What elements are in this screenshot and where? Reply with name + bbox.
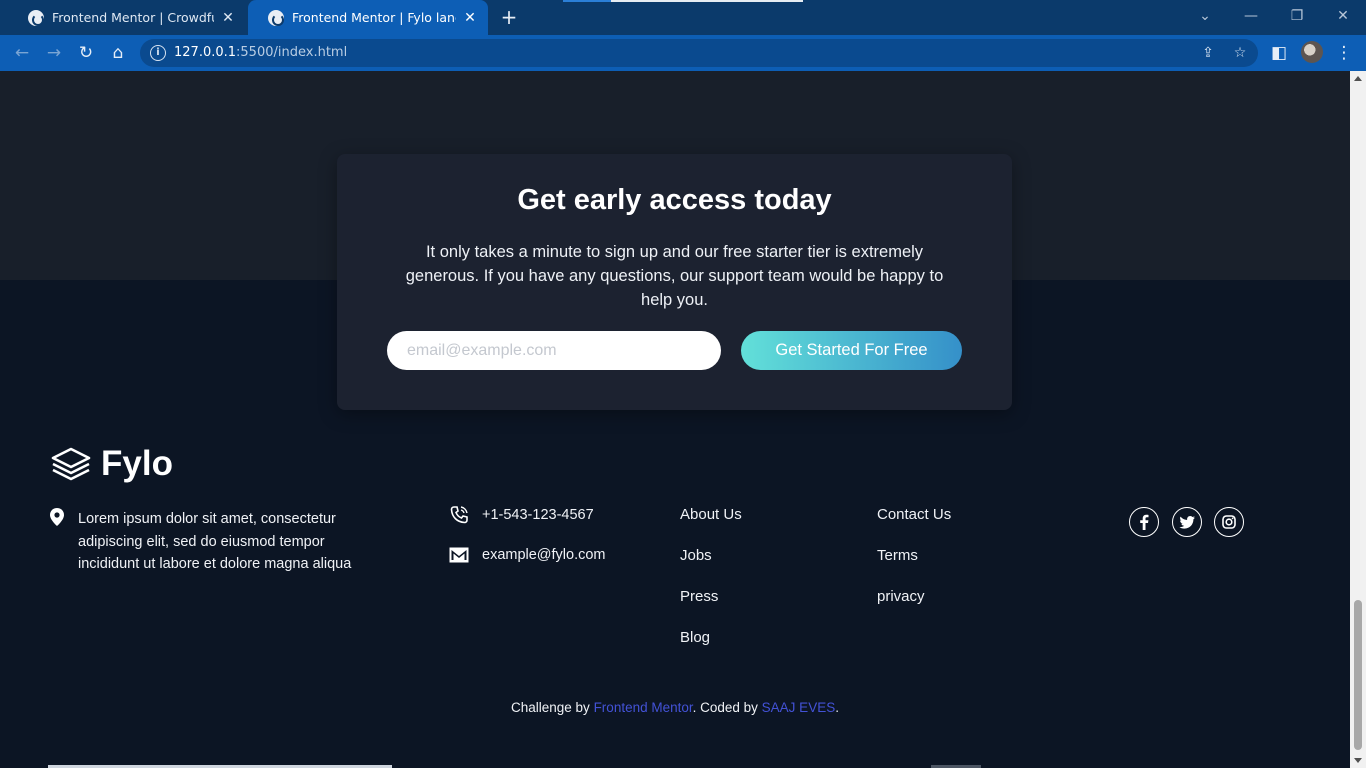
author-link[interactable]: SAAJ EVES [762, 700, 836, 715]
email-icon [449, 547, 469, 563]
tab-close-icon[interactable]: ✕ [220, 10, 236, 26]
attribution-line: Challenge by Frontend Mentor. Coded by S… [0, 700, 1350, 715]
address-bar[interactable]: i 127.0.0.1:5500/index.html ⇪ ☆ [140, 39, 1258, 67]
fylo-logo-icon [51, 447, 91, 481]
scrollbar-thumb[interactable] [1354, 600, 1362, 750]
early-access-heading: Get early access today [517, 184, 832, 216]
footer-link-blog[interactable]: Blog [680, 629, 710, 646]
home-icon[interactable]: ⌂ [106, 41, 130, 65]
new-tab-icon[interactable]: + [498, 6, 520, 28]
footer-link-privacy[interactable]: privacy [877, 588, 925, 605]
frontend-mentor-link[interactable]: Frontend Mentor [594, 700, 693, 715]
phone-icon [450, 506, 468, 524]
forward-arrow-icon[interactable]: → [42, 41, 66, 65]
back-arrow-icon[interactable]: ← [10, 41, 34, 65]
footer-link-about-us[interactable]: About Us [680, 506, 742, 523]
minimize-icon[interactable]: — [1239, 6, 1263, 26]
scroll-up-icon[interactable] [1354, 76, 1362, 81]
address-text: Lorem ipsum dolor sit amet, consectetur … [78, 511, 352, 572]
facebook-icon[interactable] [1129, 507, 1159, 537]
tab-crowdfunding[interactable]: Frontend Mentor | Crowdfunding ✕ [8, 0, 246, 35]
attribution-suffix: . [835, 700, 839, 715]
early-access-card: Get early access today It only takes a m… [337, 154, 1012, 410]
url-path: :5500/index.html [236, 45, 348, 60]
window-close-icon[interactable]: ✕ [1331, 6, 1355, 26]
scroll-down-icon[interactable] [1354, 758, 1362, 763]
page-viewport: Get early access today It only takes a m… [0, 71, 1350, 768]
footer-phone[interactable]: +1-543-123-4567 [449, 505, 594, 525]
footer-link-press[interactable]: Press [680, 588, 718, 605]
tab-favicon-icon [268, 9, 284, 26]
tab-favicon-icon [28, 9, 44, 26]
profile-avatar[interactable] [1301, 41, 1323, 63]
share-icon[interactable]: ⇪ [1198, 43, 1218, 63]
footer-link-terms[interactable]: Terms [877, 547, 918, 564]
early-access-description: It only takes a minute to sign up and ou… [405, 243, 944, 309]
tab-title: Frontend Mentor | Fylo landing p [292, 10, 456, 25]
address-url[interactable]: 127.0.0.1:5500/index.html [174, 45, 347, 60]
attribution-prefix: Challenge by [511, 700, 594, 715]
fylo-wordmark: Fylo [101, 444, 173, 483]
side-panel-icon[interactable]: ◧ [1267, 41, 1291, 65]
phone-number: +1-543-123-4567 [482, 507, 594, 523]
page-scrollbar[interactable] [1350, 71, 1366, 768]
reload-icon[interactable]: ↻ [74, 41, 98, 65]
fylo-logo[interactable]: Fylo [50, 446, 173, 482]
bookmark-star-icon[interactable]: ☆ [1230, 43, 1250, 63]
tab-close-icon[interactable]: ✕ [462, 10, 478, 26]
instagram-icon[interactable] [1214, 507, 1244, 537]
twitter-icon[interactable] [1172, 507, 1202, 537]
footer-link-contact-us[interactable]: Contact Us [877, 506, 951, 523]
location-pin-icon [50, 508, 64, 526]
email-input[interactable] [387, 331, 721, 370]
browser-tabbar: Frontend Mentor | Crowdfunding ✕ Fronten… [0, 0, 1366, 35]
menu-kebab-icon[interactable]: ⋮ [1332, 41, 1356, 65]
tab-strip-indicator [563, 0, 803, 2]
get-started-button[interactable]: Get Started For Free [741, 331, 962, 370]
email-address: example@fylo.com [482, 547, 606, 563]
site-info-icon[interactable]: i [150, 45, 166, 61]
footer-email[interactable]: example@fylo.com [449, 545, 606, 565]
tab-search-chevron-icon[interactable]: ⌄ [1193, 6, 1217, 26]
attribution-middle: . Coded by [692, 700, 762, 715]
url-host: 127.0.0.1 [174, 45, 237, 60]
browser-toolbar: ← → ↻ ⌂ i 127.0.0.1:5500/index.html ⇪ ☆ … [0, 35, 1366, 71]
footer-link-jobs[interactable]: Jobs [680, 547, 712, 564]
restore-icon[interactable]: ❐ [1285, 6, 1309, 26]
tab-fylo-landing[interactable]: Frontend Mentor | Fylo landing p ✕ [248, 0, 488, 35]
tab-title: Frontend Mentor | Crowdfunding [52, 10, 214, 25]
